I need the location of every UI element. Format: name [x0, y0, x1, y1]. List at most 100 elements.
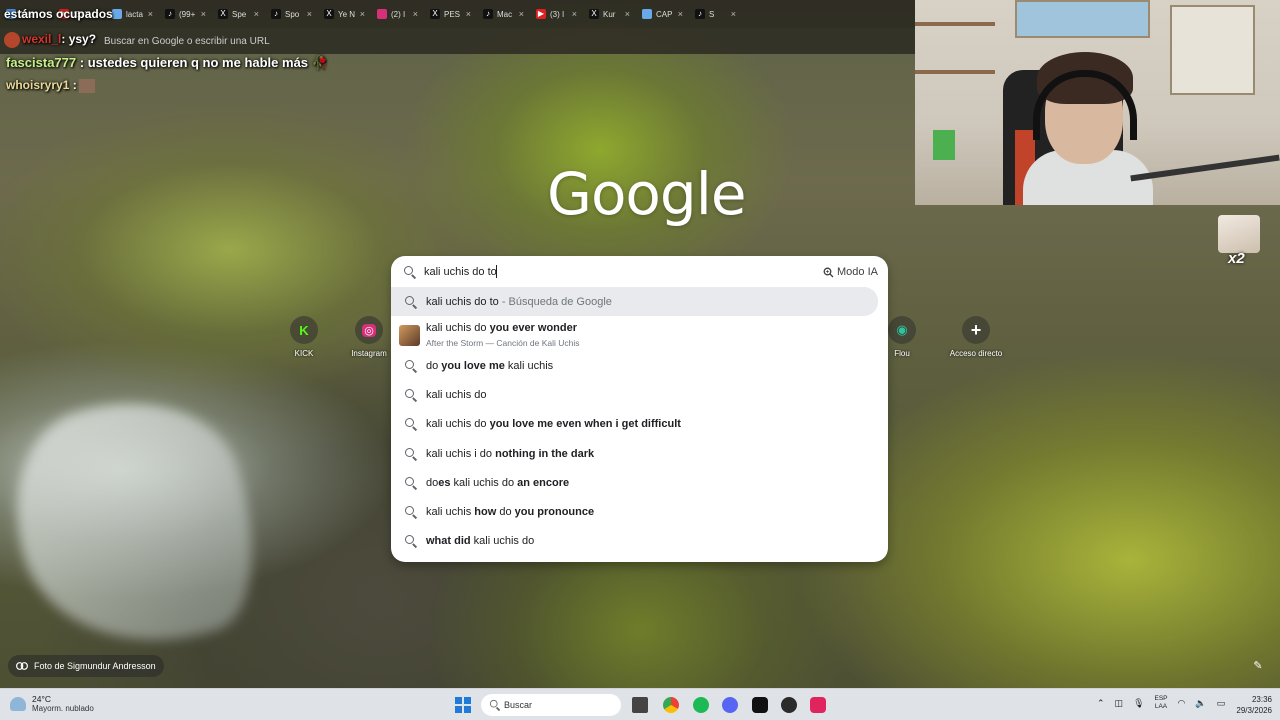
keyboard-layout: LAA — [1154, 703, 1168, 710]
flou-icon: ◉ — [888, 316, 916, 344]
suggestion-item[interactable]: kali uchis do to - Búsqueda de Google — [391, 287, 878, 316]
search-box[interactable]: Modo IA — [391, 256, 888, 288]
browser-tab[interactable]: X PES × — [424, 0, 477, 28]
tiktok-icon[interactable] — [810, 697, 826, 713]
overlay-badge: x2 — [1218, 215, 1260, 267]
browser-tab[interactable]: ♪ Spo × — [265, 0, 318, 28]
browser-tab[interactable]: X Kur × — [583, 0, 636, 28]
close-tab-icon[interactable]: × — [413, 9, 418, 19]
search-dropdown: Modo IA kali uchis do to - Búsqueda de G… — [391, 256, 888, 562]
shortcut-kick[interactable]: K KICK — [274, 316, 334, 358]
tab-favicon-icon: ▶ — [536, 9, 546, 19]
suggestion-item[interactable]: does kali uchis do an encore — [391, 468, 878, 497]
browser-tab[interactable]: ♪ S × — [689, 0, 742, 28]
obs-icon[interactable] — [781, 697, 797, 713]
suggestion-item[interactable]: kali uchis do — [391, 380, 878, 409]
chat-message: fascista777 : ustedes quieren q no me ha… — [6, 55, 328, 71]
browser-tab[interactable]: X Ye N × — [318, 0, 371, 28]
discord-icon[interactable] — [722, 697, 738, 713]
spotify-icon[interactable] — [693, 697, 709, 713]
address-bar[interactable]: Buscar en Google o escribir una URL — [0, 28, 915, 54]
customize-pencil-icon[interactable]: ✎ — [1249, 657, 1267, 675]
tab-label: (2) I — [391, 9, 406, 19]
clock-time: 23:36 — [1251, 695, 1272, 704]
tab-favicon-icon: ♪ — [271, 9, 281, 19]
ai-search-icon — [823, 267, 834, 277]
chrome-icon[interactable] — [663, 697, 679, 713]
taskbar-search-label: Buscar — [504, 700, 533, 710]
close-tab-icon[interactable]: × — [678, 9, 683, 19]
close-tab-icon[interactable]: × — [360, 9, 365, 19]
windows-start-button[interactable] — [455, 697, 471, 713]
tab-label: (3) I — [550, 9, 565, 19]
shortcut-instagram[interactable]: ◎ Instagram — [348, 316, 390, 358]
tab-label: Spe — [232, 9, 247, 19]
browser-tab[interactable]: CAP × — [636, 0, 689, 28]
weather-widget[interactable]: 24°C Mayorm. nublado — [10, 694, 94, 714]
close-tab-icon[interactable]: × — [466, 9, 471, 19]
close-tab-icon[interactable]: × — [201, 9, 206, 19]
browser-tab[interactable]: lacta × — [106, 0, 159, 28]
tab-favicon-icon — [112, 9, 122, 19]
language-code: ESP — [1154, 695, 1168, 702]
microphone-icon[interactable]: 🎙 — [1133, 698, 1144, 709]
clock-date: 29/3/2026 — [1236, 706, 1272, 715]
system-tray: ⌃ ◫ 🎙 ESP LAA ◠ 🔈 ▭ — [1097, 695, 1225, 711]
browser-tab[interactable]: (2) I × — [371, 0, 424, 28]
volume-icon[interactable]: 🔈 — [1195, 698, 1206, 709]
close-tab-icon[interactable]: × — [148, 9, 153, 19]
tab-label: Ye N — [338, 9, 356, 19]
browser-tab[interactable]: ▶ (3) I × — [530, 0, 583, 28]
tab-favicon-icon: X — [589, 9, 599, 19]
taskbar-search-box[interactable]: Buscar — [481, 694, 621, 716]
close-tab-icon[interactable]: × — [625, 9, 630, 19]
task-view-icon[interactable] — [632, 697, 648, 713]
add-shortcut-button[interactable]: + Acceso directo — [940, 316, 1012, 358]
ai-mode-label: Modo IA — [837, 266, 878, 278]
suggestion-text: kali uchis do to - Búsqueda de Google — [426, 295, 612, 308]
suggestion-item[interactable]: kali uchis do you ever wonder After the … — [391, 318, 878, 350]
browser-tab[interactable]: ♪ Mac × — [477, 0, 530, 28]
chevron-up-icon[interactable]: ⌃ — [1097, 698, 1105, 709]
close-tab-icon[interactable]: × — [254, 9, 259, 19]
suggestion-item[interactable]: kali uchis how do you pronounce — [391, 497, 878, 526]
photo-credit-link[interactable]: Foto de Sigmundur Andresson — [8, 655, 164, 677]
close-tab-icon[interactable]: × — [572, 9, 577, 19]
chat-title: estámos ocupados — [4, 7, 113, 21]
chat-avatar — [4, 32, 20, 48]
chat-message: wexil_l: ysy? — [4, 32, 96, 48]
shortcut-label: Acceso directo — [949, 349, 1003, 358]
suggestion-text: kali uchis do you love me even when i ge… — [426, 417, 681, 430]
tab-favicon-icon: ♪ — [483, 9, 493, 19]
search-input[interactable] — [424, 264, 804, 280]
windows-taskbar: 24°C Mayorm. nublado Buscar ⌃ ◫ 🎙 ESP LA… — [0, 688, 1280, 720]
overlay-badge-label: x2 — [1228, 250, 1245, 267]
suggestion-item[interactable]: do you love me kali uchis — [391, 351, 878, 380]
close-tab-icon[interactable]: × — [519, 9, 524, 19]
cloud-icon — [10, 697, 26, 711]
browser-tab[interactable]: ♪ (99+ × — [159, 0, 212, 28]
suggestion-item[interactable]: kali uchis i do nothing in the dark — [391, 439, 878, 468]
network-icon[interactable]: ◫ — [1115, 698, 1124, 709]
chat-username: wexil_l — [22, 32, 62, 47]
kick-icon: K — [290, 316, 318, 344]
browser-tab[interactable]: X Spe × — [212, 0, 265, 28]
webcam-poster — [1015, 0, 1150, 38]
shortcut-label: Instagram — [351, 349, 387, 358]
tab-favicon-icon — [377, 9, 387, 19]
language-indicator[interactable]: ESP LAA — [1155, 695, 1168, 711]
wifi-icon[interactable]: ◠ — [1178, 698, 1186, 709]
photo-credit-text: Foto de Sigmundur Andresson — [34, 661, 156, 671]
close-tab-icon[interactable]: × — [731, 9, 736, 19]
plus-icon: + — [962, 316, 990, 344]
suggestion-item[interactable]: kali uchis do you love me even when i ge… — [391, 409, 878, 438]
capcut-icon[interactable] — [752, 697, 768, 713]
tab-label: S — [709, 9, 715, 19]
tab-label: (99+ — [179, 9, 196, 19]
system-clock[interactable]: 23:36 29/3/2026 — [1222, 694, 1272, 716]
suggestion-item[interactable]: what did kali uchis do — [391, 526, 878, 555]
ai-mode-button[interactable]: Modo IA — [818, 263, 883, 281]
weather-description: Mayorm. nublado — [32, 704, 94, 713]
tab-label: PES — [444, 9, 461, 19]
close-tab-icon[interactable]: × — [307, 9, 312, 19]
